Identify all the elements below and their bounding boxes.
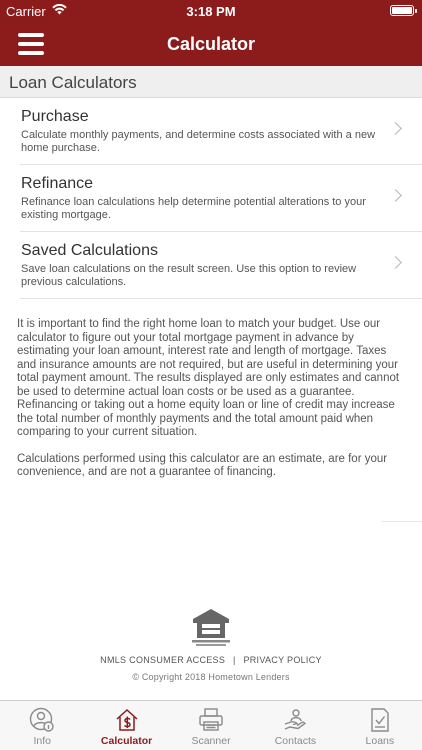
footer-links: NMLS CONSUMER ACCESS | PRIVACY POLICY <box>0 655 422 665</box>
list-item-description: Refinance loan calculations help determi… <box>21 196 366 221</box>
contacts-icon <box>285 709 307 730</box>
chevron-right-icon <box>389 122 402 135</box>
divider <box>382 521 422 522</box>
person-info-icon <box>30 707 54 732</box>
disclaimer-paragraph: Calculations performed using this calcul… <box>17 452 388 479</box>
info-paragraph: It is important to find the right home l… <box>17 318 400 438</box>
tab-label: Info <box>33 735 51 747</box>
list-item-description: Save loan calculations on the result scr… <box>21 263 357 288</box>
navigation-bar: Calculator <box>0 22 422 66</box>
list-item-title: Refinance <box>21 175 94 192</box>
tab-label: Calculator <box>100 735 153 747</box>
list-item-description: Calculate monthly payments, and determin… <box>21 129 376 154</box>
section-title: Loan Calculators <box>9 73 137 92</box>
status-time: 3:18 PM <box>186 4 236 19</box>
calculator-info-text: It is important to find the right home l… <box>17 318 407 493</box>
equal-housing-logo <box>190 607 232 647</box>
tab-contacts[interactable]: Contacts <box>253 701 337 750</box>
nmls-consumer-access-link[interactable]: NMLS CONSUMER ACCESS <box>100 655 225 665</box>
list-item-refinance[interactable]: Refinance Refinance loan calculations he… <box>0 165 422 232</box>
tab-loans[interactable]: Loans <box>338 701 422 750</box>
privacy-policy-link[interactable]: PRIVACY POLICY <box>243 655 321 665</box>
tab-label: Scanner <box>191 735 231 747</box>
chevron-right-icon <box>389 256 402 269</box>
page-title: Calculator <box>166 34 256 54</box>
status-bar: Carrier 3:18 PM <box>0 0 422 22</box>
list-item-title: Saved Calculations <box>21 242 158 259</box>
loan-document-icon <box>371 708 389 732</box>
list-item-title: Purchase <box>21 108 89 125</box>
house-dollar-icon <box>116 708 138 731</box>
section-header: Loan Calculators <box>0 66 422 98</box>
copyright-text: © Copyright 2018 Hometown Lenders <box>132 672 290 682</box>
scanner-icon <box>199 708 223 731</box>
tab-label: Loans <box>365 735 395 747</box>
tab-calculator[interactable]: Calculator <box>84 701 168 750</box>
tab-bar: Info Calculator Scanner Contacts Loans <box>0 700 422 750</box>
battery-icon <box>390 5 417 16</box>
tab-label: Contacts <box>274 735 317 747</box>
chevron-right-icon <box>389 189 402 202</box>
link-separator: | <box>232 655 236 665</box>
calculator-list: Purchase Calculate monthly payments, and… <box>0 98 422 299</box>
tab-info[interactable]: Info <box>0 701 84 750</box>
list-item-saved-calculations[interactable]: Saved Calculations Save loan calculation… <box>0 232 422 299</box>
list-item-purchase[interactable]: Purchase Calculate monthly payments, and… <box>0 98 422 165</box>
tab-scanner[interactable]: Scanner <box>169 701 253 750</box>
